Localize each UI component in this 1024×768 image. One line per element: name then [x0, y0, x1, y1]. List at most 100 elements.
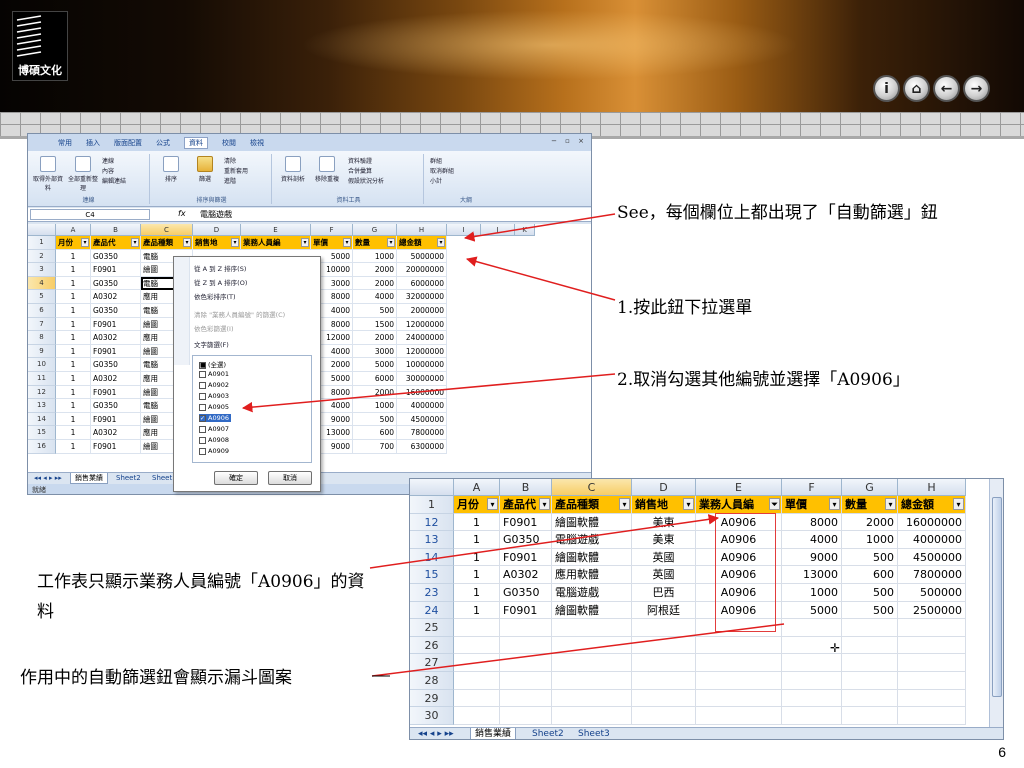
empty-cell[interactable]: [632, 672, 696, 690]
text-to-columns-button[interactable]: 資料剖析: [278, 156, 308, 183]
subtotal-button[interactable]: 小計: [430, 176, 442, 185]
table-cell[interactable]: 13000: [782, 566, 842, 584]
column-header-d[interactable]: D: [193, 224, 241, 236]
tab-formulas[interactable]: 公式: [156, 138, 170, 148]
reapply-button[interactable]: 重新套用: [224, 166, 248, 175]
empty-cell[interactable]: [842, 689, 898, 708]
row-header[interactable]: 24: [410, 601, 454, 620]
table-cell[interactable]: F0901: [500, 548, 552, 567]
empty-cell[interactable]: [898, 636, 966, 655]
filter-option[interactable]: A0901: [199, 370, 229, 378]
column-header-c[interactable]: C: [552, 479, 632, 496]
table-cell[interactable]: 英國: [632, 548, 696, 567]
window-controls[interactable]: − ▫ ×: [551, 137, 587, 145]
table-cell[interactable]: A0302: [91, 331, 141, 345]
autofilter-dropdown-button[interactable]: ▾: [231, 238, 239, 247]
filter-option[interactable]: ■ (全選): [199, 359, 226, 369]
row-header[interactable]: 8: [28, 331, 56, 345]
filter-option[interactable]: A0902: [199, 381, 229, 389]
table-cell[interactable]: 1: [56, 263, 91, 277]
empty-cell[interactable]: [552, 636, 632, 655]
table-cell[interactable]: 500000: [898, 584, 966, 602]
name-box[interactable]: C4: [30, 209, 150, 220]
column-header-c[interactable]: C: [141, 224, 193, 236]
table-cell[interactable]: 1: [454, 531, 500, 549]
table-cell[interactable]: 阿根廷: [632, 601, 696, 620]
table-cell[interactable]: 1: [56, 344, 91, 359]
row-header[interactable]: 28: [410, 672, 454, 690]
table-cell[interactable]: 500: [353, 304, 397, 318]
row-header[interactable]: 25: [410, 619, 454, 637]
table-cell[interactable]: 500: [353, 412, 397, 427]
empty-cell[interactable]: [454, 707, 500, 725]
filter-option[interactable]: A0909: [199, 447, 229, 455]
tab-review[interactable]: 校閱: [222, 138, 236, 148]
column-header-d[interactable]: D: [632, 479, 696, 496]
empty-cell[interactable]: [842, 672, 898, 690]
column-header-a[interactable]: A: [56, 224, 91, 236]
table-cell[interactable]: 5000: [353, 358, 397, 372]
table-cell[interactable]: 9000: [782, 548, 842, 567]
table-cell[interactable]: 600: [353, 426, 397, 440]
table-cell[interactable]: 16000000: [397, 385, 447, 400]
column-header-e[interactable]: E: [241, 224, 311, 236]
table-cell[interactable]: 應用軟體: [552, 566, 632, 584]
empty-cell[interactable]: [696, 672, 782, 690]
empty-cell[interactable]: [696, 636, 782, 655]
empty-cell[interactable]: [552, 689, 632, 708]
empty-cell[interactable]: [632, 619, 696, 637]
table-cell[interactable]: 電腦遊戲: [552, 531, 632, 549]
table-cell[interactable]: 500: [842, 548, 898, 567]
properties-button[interactable]: 內容: [102, 166, 114, 175]
funnel-filter-button[interactable]: ⏷: [769, 498, 780, 510]
table-cell[interactable]: 6300000: [397, 440, 447, 454]
table-cell[interactable]: 20000000: [397, 263, 447, 277]
table-cell[interactable]: G0350: [91, 358, 141, 372]
row-header[interactable]: 15: [410, 566, 454, 584]
table-cell[interactable]: 1: [454, 566, 500, 584]
tab-view[interactable]: 檢視: [250, 138, 264, 148]
table-cell[interactable]: F0901: [500, 601, 552, 620]
row-header[interactable]: 16: [28, 440, 56, 454]
table-cell[interactable]: 1: [56, 426, 91, 440]
filtered-worksheet-grid[interactable]: A B C D E F G H 1 月份 ▾ 產品代 ▾ 產品種類 ▾ 銷售地 ▾ 業務人員編 ⏷ 單價 ▾ 數量 ▾ 總金額…: [410, 479, 991, 727]
empty-cell[interactable]: [500, 689, 552, 708]
table-cell[interactable]: 4000: [782, 531, 842, 549]
table-cell[interactable]: 6000: [353, 372, 397, 386]
table-cell[interactable]: 繪圖軟體: [552, 601, 632, 620]
table-cell[interactable]: 4500000: [898, 548, 966, 567]
checkbox[interactable]: [199, 436, 206, 444]
table-cell[interactable]: 繪圖軟體: [552, 513, 632, 532]
remove-duplicates-button[interactable]: 移除重複: [312, 156, 342, 183]
autofilter-dropdown-button[interactable]: ▾: [487, 498, 498, 510]
ok-button[interactable]: 確定: [214, 471, 258, 485]
table-cell[interactable]: 1: [454, 513, 500, 532]
row-header[interactable]: 7: [28, 317, 56, 332]
empty-cell[interactable]: [632, 689, 696, 708]
table-cell[interactable]: A0302: [500, 566, 552, 584]
table-cell[interactable]: 1: [56, 399, 91, 413]
checkbox[interactable]: [199, 425, 206, 433]
sort-by-color-item[interactable]: 依色彩排序(T): [194, 291, 236, 301]
row-header[interactable]: 29: [410, 689, 454, 708]
table-cell[interactable]: 2000000: [397, 304, 447, 318]
table-cell[interactable]: 7800000: [397, 426, 447, 440]
row-header[interactable]: 13: [410, 531, 454, 549]
checkbox[interactable]: [199, 447, 206, 455]
autofilter-dropdown-button[interactable]: ▾: [683, 498, 694, 510]
empty-cell[interactable]: [782, 619, 842, 637]
sheet-tab-sales[interactable]: 銷售業績: [70, 473, 108, 484]
checkbox[interactable]: [199, 370, 206, 378]
table-cell[interactable]: 4000000: [397, 399, 447, 413]
table-cell[interactable]: 1000: [782, 584, 842, 602]
empty-cell[interactable]: [842, 707, 898, 725]
table-cell[interactable]: 美東: [632, 513, 696, 532]
table-cell[interactable]: 8000: [782, 513, 842, 532]
row-header[interactable]: 14: [28, 412, 56, 427]
empty-cell[interactable]: [898, 619, 966, 637]
sort-descending-item[interactable]: 從 Z 到 A 排序(O): [194, 277, 247, 287]
table-cell[interactable]: 32000000: [397, 290, 447, 304]
forward-button[interactable]: →: [963, 75, 990, 102]
row-header[interactable]: 12: [28, 385, 56, 400]
row-header-1[interactable]: 1: [28, 236, 56, 250]
